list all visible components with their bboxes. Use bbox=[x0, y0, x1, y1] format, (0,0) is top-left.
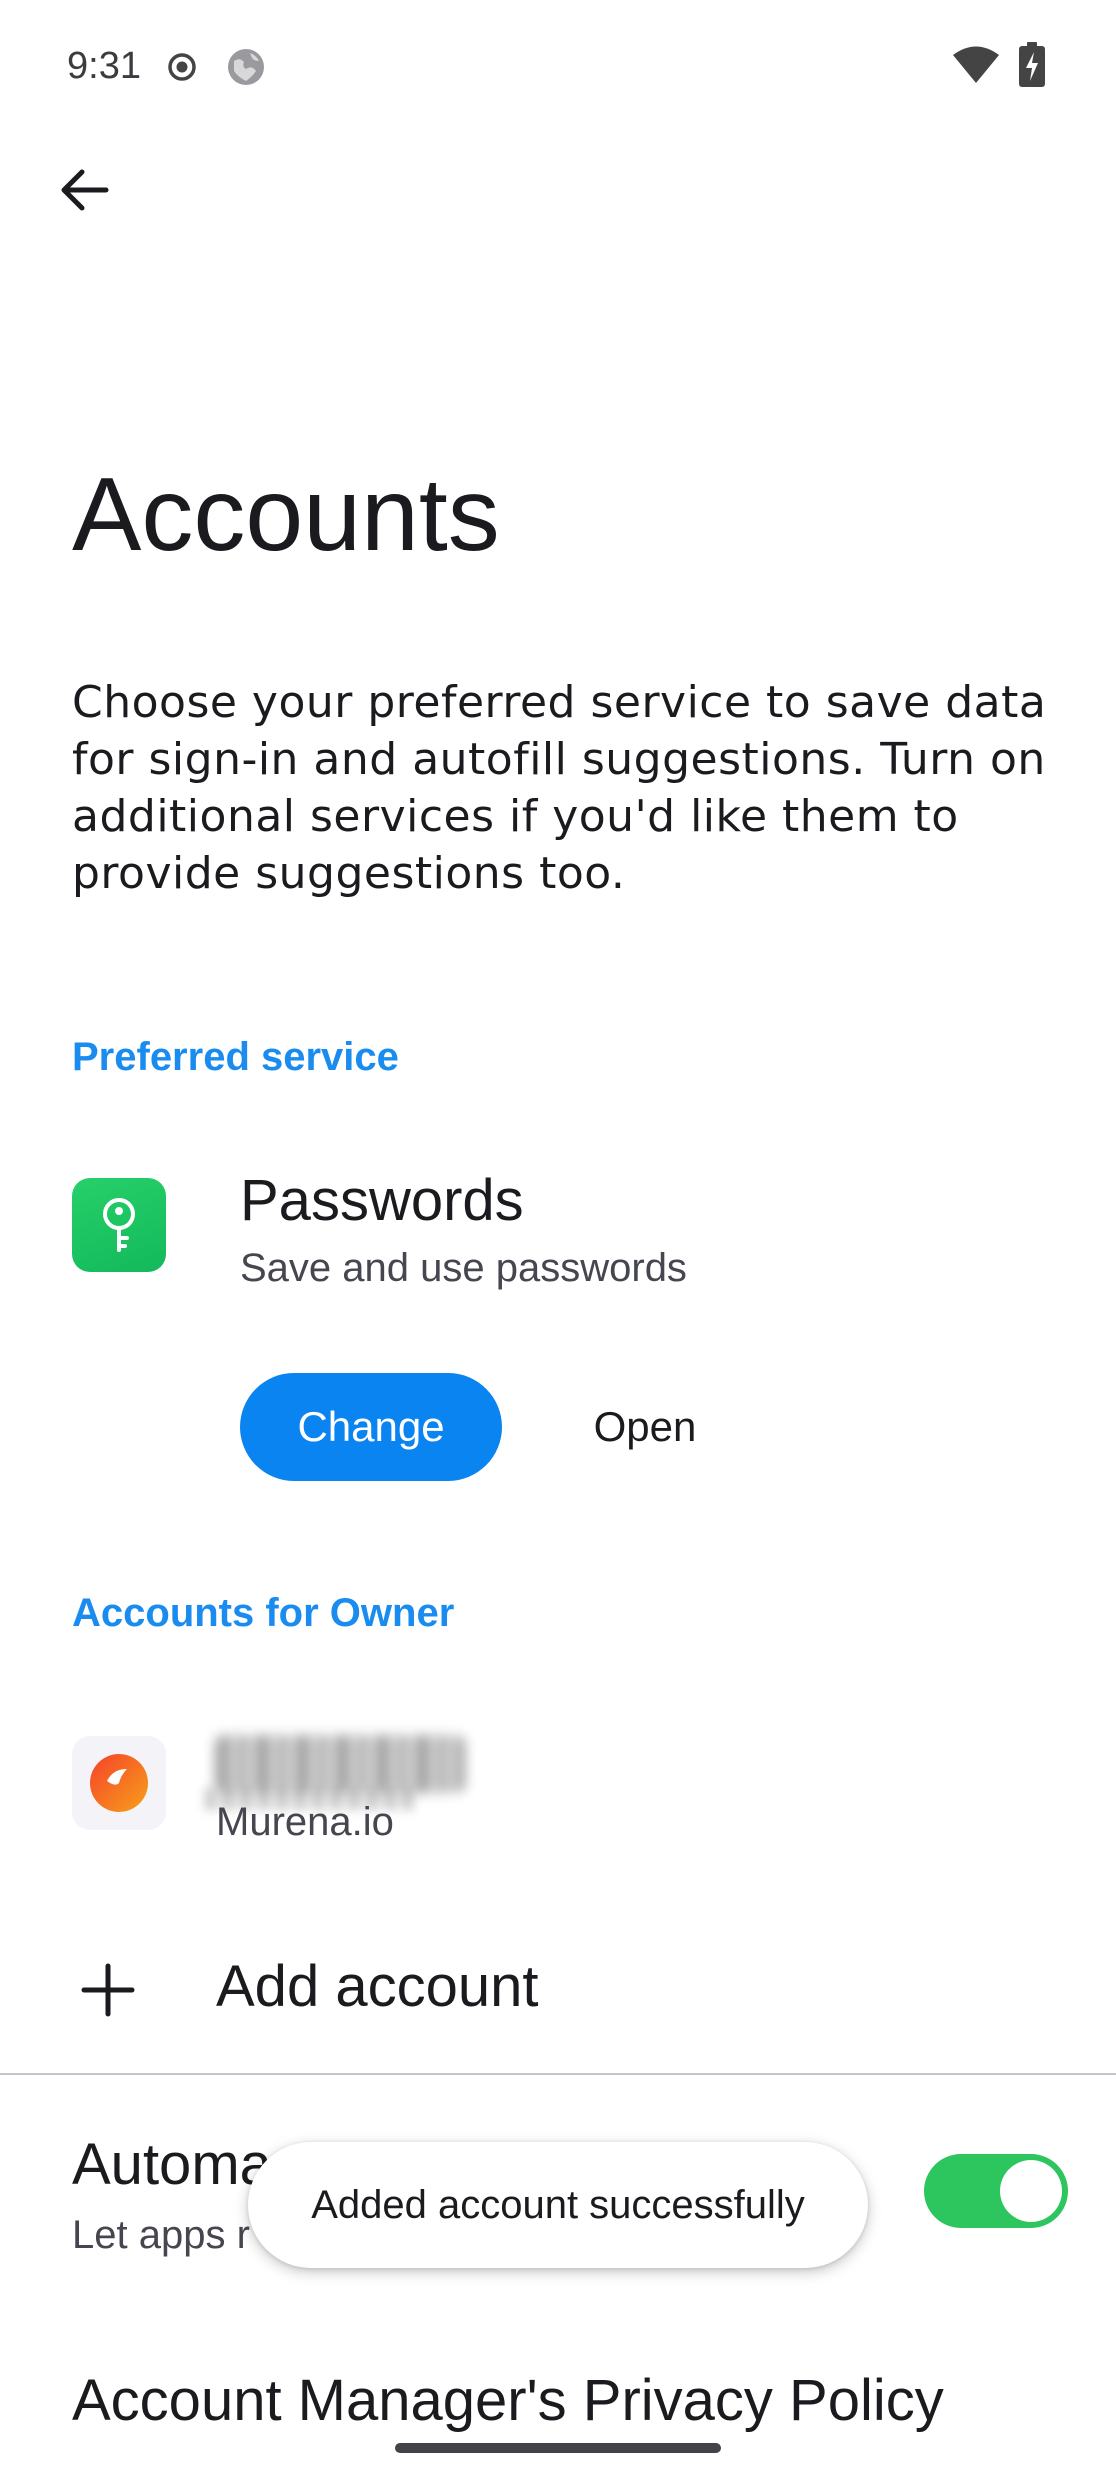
toast-message: Added account successfully bbox=[248, 2142, 868, 2268]
passwords-title: Passwords bbox=[240, 1168, 524, 1233]
murena-icon bbox=[72, 1736, 166, 1830]
add-account-label: Add account bbox=[216, 1954, 539, 2019]
wifi-icon bbox=[953, 46, 999, 83]
account-row-murena[interactable] bbox=[0, 1720, 1116, 1860]
open-button[interactable]: Open bbox=[560, 1373, 730, 1481]
page-description: Choose your preferred service to save da… bbox=[72, 677, 1047, 899]
autosync-title: Automa bbox=[72, 2132, 272, 2197]
add-account-button[interactable] bbox=[0, 1930, 1116, 2050]
autosync-subtitle: Let apps r bbox=[72, 2213, 250, 2257]
toggle-knob bbox=[1000, 2160, 1062, 2222]
account-type: Murena.io bbox=[216, 1800, 394, 1844]
passwords-subtitle: Save and use passwords bbox=[240, 1246, 687, 1290]
back-arrow-icon bbox=[61, 169, 109, 211]
plus-icon bbox=[81, 1963, 135, 2017]
passwords-key-icon bbox=[72, 1178, 166, 1272]
status-time: 9:31 bbox=[67, 45, 141, 87]
accounts-for-owner-header: Accounts for Owner bbox=[72, 1591, 455, 1635]
account-name-redacted bbox=[215, 1735, 465, 1793]
globe-icon bbox=[228, 49, 264, 85]
change-button[interactable]: Change bbox=[240, 1373, 502, 1481]
preferred-service-header: Preferred service bbox=[72, 1035, 399, 1079]
divider bbox=[0, 2073, 1116, 2075]
page-title: Accounts bbox=[72, 457, 500, 573]
autosync-toggle[interactable] bbox=[924, 2154, 1068, 2228]
home-indicator[interactable] bbox=[395, 2443, 721, 2453]
battery-charging-icon bbox=[1019, 42, 1045, 87]
record-dot-icon bbox=[168, 53, 196, 81]
privacy-policy-link[interactable]: Account Manager's Privacy Policy bbox=[72, 2366, 944, 2436]
back-button[interactable] bbox=[44, 150, 124, 230]
